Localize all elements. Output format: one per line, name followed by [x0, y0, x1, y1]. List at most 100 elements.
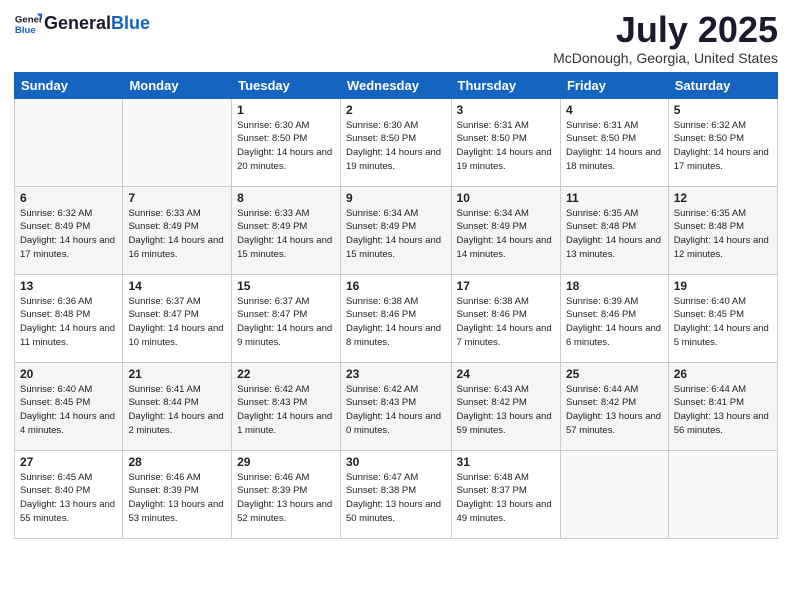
- calendar-cell: 21 Sunrise: 6:41 AM Sunset: 8:44 PM Dayli…: [123, 362, 232, 450]
- logo-general: General: [44, 13, 111, 33]
- day-info: Sunrise: 6:36 AM Sunset: 8:48 PM Dayligh…: [20, 295, 117, 350]
- calendar-cell: 27 Sunrise: 6:45 AM Sunset: 8:40 PM Dayli…: [15, 450, 123, 538]
- svg-text:Blue: Blue: [15, 25, 36, 36]
- calendar-cell: 14 Sunrise: 6:37 AM Sunset: 8:47 PM Dayli…: [123, 274, 232, 362]
- location: McDonough, Georgia, United States: [553, 50, 778, 66]
- calendar-cell: 31 Sunrise: 6:48 AM Sunset: 8:37 PM Dayli…: [451, 450, 560, 538]
- weekday-header-tuesday: Tuesday: [232, 72, 341, 98]
- day-info: Sunrise: 6:43 AM Sunset: 8:42 PM Dayligh…: [457, 383, 555, 438]
- day-info: Sunrise: 6:33 AM Sunset: 8:49 PM Dayligh…: [128, 207, 226, 262]
- calendar-cell: 25 Sunrise: 6:44 AM Sunset: 8:42 PM Dayli…: [560, 362, 668, 450]
- month-title: July 2025: [553, 10, 778, 50]
- day-info: Sunrise: 6:32 AM Sunset: 8:50 PM Dayligh…: [674, 119, 772, 174]
- day-number: 21: [128, 367, 226, 381]
- day-info: Sunrise: 6:44 AM Sunset: 8:42 PM Dayligh…: [566, 383, 663, 438]
- calendar-cell: 26Sunrise: 6:44 AM Sunset: 8:41 PM Dayli…: [668, 362, 777, 450]
- header: General Blue GeneralBlue July 2025 McDon…: [14, 10, 778, 66]
- day-info: Sunrise: 6:48 AM Sunset: 8:37 PM Dayligh…: [457, 471, 555, 526]
- calendar-cell: 12Sunrise: 6:35 AM Sunset: 8:48 PM Dayli…: [668, 186, 777, 274]
- calendar-cell: [560, 450, 668, 538]
- week-row-1: 1 Sunrise: 6:30 AM Sunset: 8:50 PM Daylig…: [15, 98, 778, 186]
- day-number: 23: [346, 367, 446, 381]
- day-info: Sunrise: 6:37 AM Sunset: 8:47 PM Dayligh…: [237, 295, 335, 350]
- calendar-cell: 2 Sunrise: 6:30 AM Sunset: 8:50 PM Daylig…: [340, 98, 451, 186]
- day-number: 22: [237, 367, 335, 381]
- day-number: 9: [346, 191, 446, 205]
- day-info: Sunrise: 6:42 AM Sunset: 8:43 PM Dayligh…: [237, 383, 335, 438]
- day-info: Sunrise: 6:40 AM Sunset: 8:45 PM Dayligh…: [674, 295, 772, 350]
- calendar-cell: 9 Sunrise: 6:34 AM Sunset: 8:49 PM Daylig…: [340, 186, 451, 274]
- day-number: 25: [566, 367, 663, 381]
- calendar-cell: 16Sunrise: 6:38 AM Sunset: 8:46 PM Dayli…: [340, 274, 451, 362]
- day-number: 8: [237, 191, 335, 205]
- day-info: Sunrise: 6:45 AM Sunset: 8:40 PM Dayligh…: [20, 471, 117, 526]
- calendar-cell: 20 Sunrise: 6:40 AM Sunset: 8:45 PM Dayli…: [15, 362, 123, 450]
- day-number: 2: [346, 103, 446, 117]
- day-info: Sunrise: 6:31 AM Sunset: 8:50 PM Dayligh…: [566, 119, 663, 174]
- day-number: 30: [346, 455, 446, 469]
- day-number: 6: [20, 191, 117, 205]
- weekday-header-thursday: Thursday: [451, 72, 560, 98]
- page-container: General Blue GeneralBlue July 2025 McDon…: [0, 0, 792, 549]
- logo-blue-text: Blue: [111, 13, 150, 33]
- calendar-cell: 8 Sunrise: 6:33 AM Sunset: 8:49 PM Daylig…: [232, 186, 341, 274]
- day-info: Sunrise: 6:47 AM Sunset: 8:38 PM Dayligh…: [346, 471, 446, 526]
- day-number: 5: [674, 103, 772, 117]
- day-number: 26: [674, 367, 772, 381]
- logo-text: GeneralBlue: [44, 14, 150, 34]
- week-row-3: 13 Sunrise: 6:36 AM Sunset: 8:48 PM Dayli…: [15, 274, 778, 362]
- day-number: 13: [20, 279, 117, 293]
- day-info: Sunrise: 6:35 AM Sunset: 8:48 PM Dayligh…: [674, 207, 772, 262]
- calendar-cell: 13 Sunrise: 6:36 AM Sunset: 8:48 PM Dayli…: [15, 274, 123, 362]
- calendar-cell: 11 Sunrise: 6:35 AM Sunset: 8:48 PM Dayli…: [560, 186, 668, 274]
- calendar-cell: 7Sunrise: 6:33 AM Sunset: 8:49 PM Daylig…: [123, 186, 232, 274]
- logo: General Blue GeneralBlue: [14, 10, 150, 38]
- calendar-cell: 30 Sunrise: 6:47 AM Sunset: 8:38 PM Dayli…: [340, 450, 451, 538]
- day-number: 29: [237, 455, 335, 469]
- day-info: Sunrise: 6:34 AM Sunset: 8:49 PM Dayligh…: [346, 207, 446, 262]
- day-info: Sunrise: 6:35 AM Sunset: 8:48 PM Dayligh…: [566, 207, 663, 262]
- day-number: 14: [128, 279, 226, 293]
- calendar: SundayMondayTuesdayWednesdayThursdayFrid…: [14, 72, 778, 539]
- weekday-header-saturday: Saturday: [668, 72, 777, 98]
- day-info: Sunrise: 6:33 AM Sunset: 8:49 PM Dayligh…: [237, 207, 335, 262]
- day-number: 11: [566, 191, 663, 205]
- day-number: 31: [457, 455, 555, 469]
- day-number: 10: [457, 191, 555, 205]
- weekday-header-sunday: Sunday: [15, 72, 123, 98]
- day-info: Sunrise: 6:30 AM Sunset: 8:50 PM Dayligh…: [346, 119, 446, 174]
- weekday-header-friday: Friday: [560, 72, 668, 98]
- day-number: 15: [237, 279, 335, 293]
- day-info: Sunrise: 6:37 AM Sunset: 8:47 PM Dayligh…: [128, 295, 226, 350]
- calendar-cell: 1Sunrise: 6:30 AM Sunset: 8:50 PM Daylig…: [232, 98, 341, 186]
- day-number: 20: [20, 367, 117, 381]
- calendar-cell: 28Sunrise: 6:46 AM Sunset: 8:39 PM Dayli…: [123, 450, 232, 538]
- calendar-cell: [668, 450, 777, 538]
- calendar-cell: 18Sunrise: 6:39 AM Sunset: 8:46 PM Dayli…: [560, 274, 668, 362]
- weekday-header-wednesday: Wednesday: [340, 72, 451, 98]
- day-info: Sunrise: 6:34 AM Sunset: 8:49 PM Dayligh…: [457, 207, 555, 262]
- weekday-header-monday: Monday: [123, 72, 232, 98]
- week-row-5: 27 Sunrise: 6:45 AM Sunset: 8:40 PM Dayli…: [15, 450, 778, 538]
- calendar-cell: 23Sunrise: 6:42 AM Sunset: 8:43 PM Dayli…: [340, 362, 451, 450]
- calendar-cell: [123, 98, 232, 186]
- calendar-cell: 22 Sunrise: 6:42 AM Sunset: 8:43 PM Dayli…: [232, 362, 341, 450]
- week-row-2: 6Sunrise: 6:32 AM Sunset: 8:49 PM Daylig…: [15, 186, 778, 274]
- day-number: 19: [674, 279, 772, 293]
- logo-icon: General Blue: [14, 10, 42, 38]
- day-number: 17: [457, 279, 555, 293]
- day-number: 27: [20, 455, 117, 469]
- day-info: Sunrise: 6:41 AM Sunset: 8:44 PM Dayligh…: [128, 383, 226, 438]
- day-info: Sunrise: 6:46 AM Sunset: 8:39 PM Dayligh…: [128, 471, 226, 526]
- calendar-cell: 17Sunrise: 6:38 AM Sunset: 8:46 PM Dayli…: [451, 274, 560, 362]
- day-number: 1: [237, 103, 335, 117]
- day-info: Sunrise: 6:40 AM Sunset: 8:45 PM Dayligh…: [20, 383, 117, 438]
- calendar-cell: 19 Sunrise: 6:40 AM Sunset: 8:45 PM Dayli…: [668, 274, 777, 362]
- calendar-cell: 3Sunrise: 6:31 AM Sunset: 8:50 PM Daylig…: [451, 98, 560, 186]
- day-info: Sunrise: 6:31 AM Sunset: 8:50 PM Dayligh…: [457, 119, 555, 174]
- day-number: 18: [566, 279, 663, 293]
- day-info: Sunrise: 6:38 AM Sunset: 8:46 PM Dayligh…: [346, 295, 446, 350]
- calendar-cell: 15 Sunrise: 6:37 AM Sunset: 8:47 PM Dayli…: [232, 274, 341, 362]
- weekday-header-row: SundayMondayTuesdayWednesdayThursdayFrid…: [15, 72, 778, 98]
- title-block: July 2025 McDonough, Georgia, United Sta…: [553, 10, 778, 66]
